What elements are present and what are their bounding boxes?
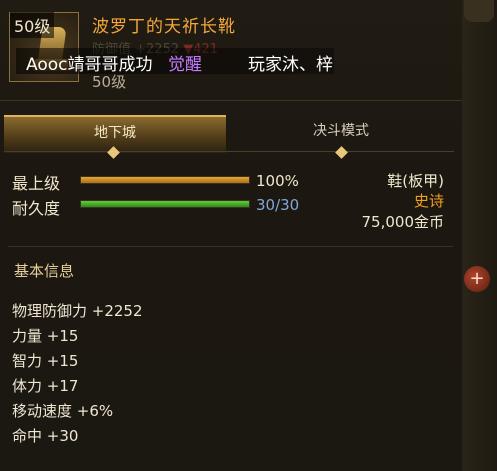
mode-tabs: 地下城 决斗模式 <box>0 115 462 159</box>
attribute-line: 移动速度 +6% <box>12 402 114 420</box>
attribute-line: 体力 +17 <box>12 377 79 395</box>
item-header: 50级 波罗丁的天祈长靴 防御值 +2252 ▼421 Aooc靖哥哥成功 觉醒… <box>0 0 462 101</box>
attribute-line: 智力 +15 <box>12 352 79 370</box>
broadcast-text-2: 玩家沐、梓 <box>248 55 333 75</box>
basic-info-title: 基本信息 <box>14 262 75 280</box>
item-level-badge: 50级 <box>10 12 55 38</box>
section-divider <box>8 246 453 247</box>
attribute-line: 力量 +15 <box>12 327 79 345</box>
background-scene-strip: + <box>462 0 497 471</box>
attribute-line: 物理防御力 +2252 <box>12 302 143 320</box>
durability-bar-fill <box>81 201 249 207</box>
grade-bar <box>80 176 250 184</box>
grade-label: 最上级 <box>12 174 61 193</box>
item-slot: 鞋(板甲) <box>387 172 444 190</box>
plus-icon[interactable]: + <box>464 266 490 292</box>
grade-value: 100% <box>256 172 299 190</box>
tab-divider <box>4 151 454 152</box>
durability-bar <box>80 200 250 208</box>
background-ornament <box>464 0 494 22</box>
system-broadcast: Aooc靖哥哥成功 觉醒 玩家沐、梓 <box>16 48 334 75</box>
durability-label: 耐久度 <box>12 199 61 218</box>
item-tooltip-panel: 50级 波罗丁的天祈长靴 防御值 +2252 ▼421 Aooc靖哥哥成功 觉醒… <box>0 0 463 471</box>
item-rarity: 史诗 <box>413 192 444 210</box>
durability-value: 30/30 <box>256 196 300 214</box>
broadcast-text-1: Aooc靖哥哥成功 <box>26 55 153 75</box>
grade-bar-fill <box>81 177 249 183</box>
item-sub-level: 50级 <box>92 73 127 91</box>
item-name: 波罗丁的天祈长靴 <box>92 17 236 37</box>
item-price: 75,000金币 <box>361 213 445 231</box>
attribute-line: 命中 +30 <box>12 427 79 445</box>
broadcast-awaken-text: 觉醒 <box>168 55 202 75</box>
